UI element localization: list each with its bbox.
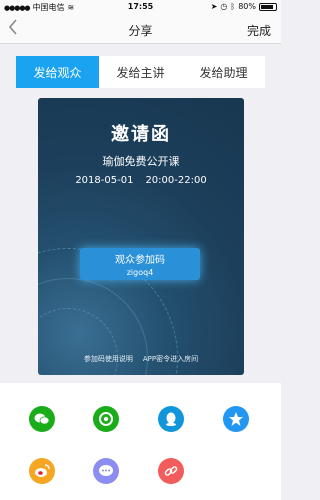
share-qq-button[interactable] <box>158 406 184 432</box>
wechat-icon <box>34 413 50 425</box>
sms-icon <box>99 465 113 476</box>
bluetooth-icon: ᛒ <box>230 2 236 11</box>
share-sms-button[interactable] <box>93 458 119 484</box>
share-moments-button[interactable] <box>93 406 119 432</box>
invitation-title: 邀请函 <box>111 124 171 145</box>
tab-assistant[interactable]: 发给助理 <box>182 56 265 88</box>
app-code-link[interactable]: APP密令进入房间 <box>143 354 198 364</box>
status-right: ➤ ◷ ᛒ 80% <box>211 2 277 11</box>
event-time: 2018-05-01 20:00-22:00 <box>38 175 244 186</box>
weibo-icon <box>35 464 50 477</box>
qzone-icon <box>229 412 243 426</box>
invitation-card: 邀请函 瑜伽免费公开课 2018-05-01 20:00-22:00 观众参加码… <box>38 98 244 375</box>
status-bar: ●●●●● 中国电信 ≋ 17:55 ➤ ◷ ᛒ 80% <box>0 0 281 14</box>
course-name: 瑜伽免费公开课 <box>102 155 180 168</box>
event-date: 2018-05-01 <box>75 175 134 186</box>
nav-bar: 分享 完成 <box>0 14 281 44</box>
event-time-range: 20:00-22:00 <box>145 175 207 186</box>
alarm-icon: ◷ <box>220 2 228 11</box>
page-title: 分享 <box>128 24 153 38</box>
battery-icon <box>259 2 277 11</box>
audience-code-box[interactable]: 观众参加码 zigoq4 <box>80 248 200 280</box>
battery-percent: 80% <box>238 2 256 11</box>
share-panel <box>0 383 281 500</box>
tab-speaker[interactable]: 发给主讲 <box>99 56 182 88</box>
share-weibo-button[interactable] <box>29 458 55 484</box>
location-icon: ➤ <box>210 2 218 11</box>
moments-icon <box>99 412 113 426</box>
share-qzone-button[interactable] <box>223 406 249 432</box>
code-value: zigoq4 <box>126 268 154 277</box>
qq-icon <box>166 412 176 427</box>
share-copy-link-button[interactable] <box>158 458 184 484</box>
tab-audience[interactable]: 发给观众 <box>16 56 99 88</box>
card-footer: 参加码使用说明 APP密令进入房间 <box>38 354 244 364</box>
copy-link-icon <box>164 466 178 476</box>
code-help-link[interactable]: 参加码使用说明 <box>84 354 133 364</box>
code-label: 观众参加码 <box>115 255 165 266</box>
done-button[interactable]: 完成 <box>247 22 271 39</box>
share-wechat-button[interactable] <box>29 406 55 432</box>
recipient-tabs: 发给观众 发给主讲 发给助理 <box>16 56 265 88</box>
